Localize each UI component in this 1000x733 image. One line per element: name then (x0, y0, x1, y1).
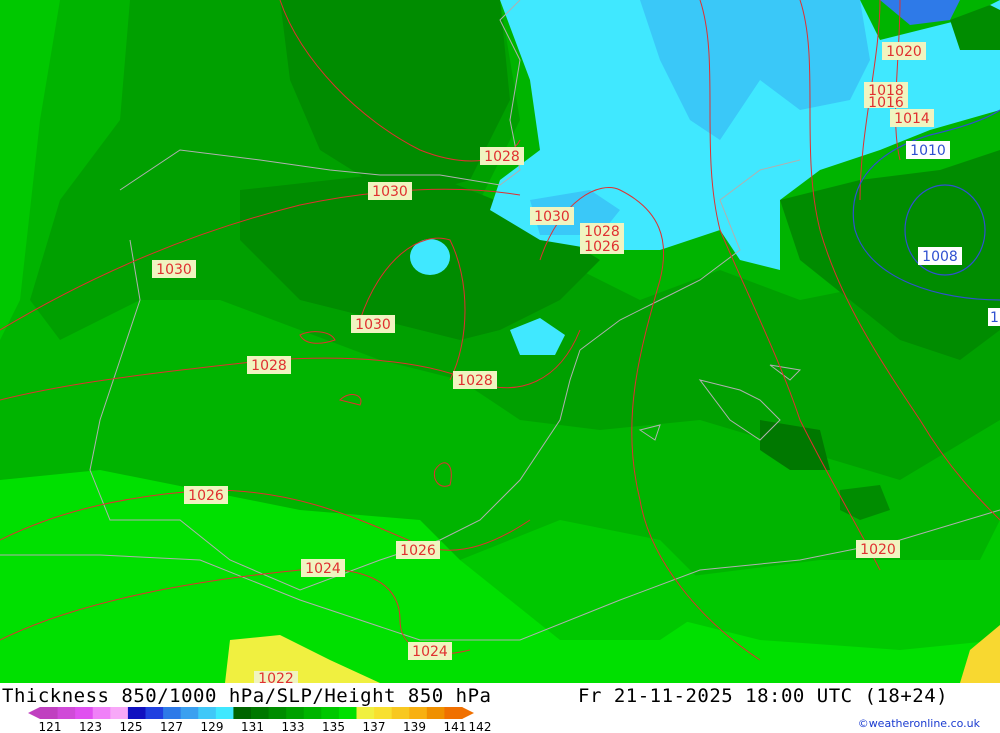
svg-text:1028: 1028 (484, 149, 520, 165)
legend-swatch (215, 707, 234, 719)
legend-swatch (444, 707, 463, 719)
svg-text:1026: 1026 (584, 239, 620, 255)
isobar-label: 1020 (882, 42, 926, 60)
legend-swatch (145, 707, 164, 719)
isobar-label: 1020 (856, 540, 900, 558)
legend-label: 141 (444, 720, 467, 733)
credit-link[interactable]: ©weatheronline.co.uk (858, 717, 980, 730)
legend-swatch (92, 707, 111, 719)
isobar-label: 1024 (408, 642, 452, 660)
cold-pool-iberia (410, 239, 450, 275)
isobar-label: 1008 (918, 247, 962, 265)
legend-label: 142 (469, 720, 492, 733)
svg-text:1016: 1016 (868, 95, 904, 111)
legend-label: 131 (241, 720, 264, 733)
isobar-label: 1030 (351, 315, 395, 333)
legend-label: 123 (79, 720, 102, 733)
legend-swatch (303, 707, 322, 719)
legend-swatch (110, 707, 129, 719)
legend-swatch (356, 707, 375, 719)
legend-swatch (127, 707, 146, 719)
isobar-label: 1030 (152, 260, 196, 278)
legend-arrow-right (462, 707, 474, 719)
svg-text:1028: 1028 (584, 224, 620, 240)
legend-label: 129 (201, 720, 224, 733)
svg-text:1030: 1030 (372, 184, 408, 200)
legend-label: 127 (160, 720, 183, 733)
legend-label: 133 (282, 720, 305, 733)
isobar-label: 1 (988, 308, 1000, 326)
isobar-label: 1026 (580, 238, 624, 255)
svg-text:1: 1 (990, 310, 999, 326)
map-footer: Thickness 850/1000 hPa/SLP/Height 850 hP… (0, 683, 1000, 733)
legend-swatch (409, 707, 428, 719)
legend-labels: 121 123 125 127 129 131 133 135 137 139 141 142 (39, 720, 492, 733)
legend-label: 121 (39, 720, 62, 733)
legend-label: 139 (403, 720, 426, 733)
legend-swatch (180, 707, 199, 719)
legend-swatch (391, 707, 410, 719)
legend-swatch (198, 707, 217, 719)
legend-swatch (251, 707, 270, 719)
svg-text:1024: 1024 (412, 644, 448, 660)
legend-swatch (233, 707, 252, 719)
isobar-label: 1022 (254, 671, 298, 683)
svg-text:1024: 1024 (305, 561, 341, 577)
legend-swatch (57, 707, 76, 719)
legend-swatches (28, 707, 474, 719)
legend-swatch (286, 707, 305, 719)
svg-text:1028: 1028 (251, 358, 287, 374)
legend-swatch (374, 707, 393, 719)
svg-text:1020: 1020 (886, 44, 922, 60)
weather-map: 1028 1030 1030 1030 1030 1028 1026 1028 … (0, 0, 1000, 683)
legend-arrow-left (28, 707, 40, 719)
legend-swatch (321, 707, 340, 719)
svg-text:1030: 1030 (156, 262, 192, 278)
isobar-label: 1026 (396, 541, 440, 559)
legend-label: 125 (120, 720, 143, 733)
map-title: Thickness 850/1000 hPa/SLP/Height 850 hP… (2, 685, 492, 707)
isobar-label: 1014 (890, 109, 934, 127)
legend-swatch (163, 707, 182, 719)
legend-swatch (268, 707, 287, 719)
svg-text:1008: 1008 (922, 249, 958, 265)
svg-text:1026: 1026 (400, 543, 436, 559)
isobar-label: 1030 (530, 207, 574, 225)
legend-swatch (75, 707, 94, 719)
map-valid-time: Fr 21-11-2025 18:00 UTC (18+24) (578, 685, 949, 707)
isobar-label: 1028 (247, 356, 291, 374)
isobar-label: 1026 (184, 486, 228, 504)
legend-label: 137 (363, 720, 386, 733)
svg-text:1030: 1030 (534, 209, 570, 225)
isobar-label: 1028 (580, 223, 624, 240)
isobar-label: 1024 (301, 559, 345, 577)
svg-text:1026: 1026 (188, 488, 224, 504)
svg-text:1014: 1014 (894, 111, 930, 127)
color-legend: 121 123 125 127 129 131 133 135 137 139 141 142 (28, 707, 492, 733)
legend-label: 135 (322, 720, 345, 733)
legend-swatch (426, 707, 445, 719)
svg-text:1028: 1028 (457, 373, 493, 389)
legend-swatch (40, 707, 59, 719)
svg-text:1030: 1030 (355, 317, 391, 333)
isobar-label: 1028 (453, 371, 497, 389)
svg-text:1022: 1022 (258, 671, 294, 683)
isobar-label: 1010 (906, 141, 950, 159)
svg-text:1020: 1020 (860, 542, 896, 558)
isobar-label: 1016 (864, 95, 908, 111)
svg-text:1010: 1010 (910, 143, 946, 159)
legend-swatch (338, 707, 357, 719)
isobar-label: 1028 (480, 147, 524, 165)
isobar-label: 1030 (368, 182, 412, 200)
